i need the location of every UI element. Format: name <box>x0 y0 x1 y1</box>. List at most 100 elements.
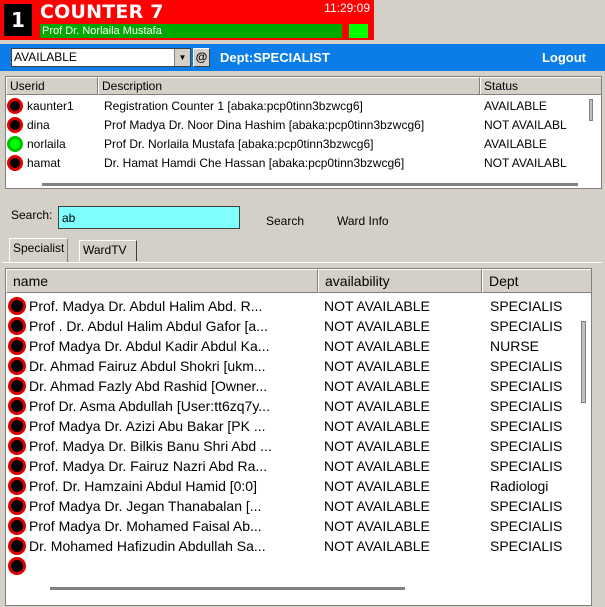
availability-cell: NOT AVAILABLE <box>324 538 430 554</box>
column-header-availability[interactable]: availability <box>318 269 482 293</box>
status-unavailable-icon <box>8 397 26 415</box>
specialist-table-row[interactable]: Prof Dr. Asma Abdullah [User:tt6zq7y... N… <box>6 396 576 417</box>
column-header-description[interactable]: Description <box>98 77 480 95</box>
search-label: Search: <box>11 208 53 222</box>
specialist-name-cell: Prof. Dr. Hamzaini Abdul Hamid [0:0] <box>29 478 257 494</box>
specialist-name-cell: Prof. Madya Dr. Fairuz Nazri Abd Ra... <box>29 458 268 474</box>
userid-cell: dina <box>27 118 50 132</box>
availability-cell: NOT AVAILABLE <box>324 358 430 374</box>
at-button[interactable]: @ <box>193 48 210 67</box>
dept-cell: SPECIALIS <box>490 398 563 414</box>
specialist-name-cell: Dr. Ahmad Fazly Abd Rashid [Owner... <box>29 378 268 394</box>
dropdown-arrow-icon[interactable]: ▼ <box>174 49 190 66</box>
specialist-list-horizontal-scrollbar[interactable] <box>50 587 405 590</box>
tab-specialist[interactable]: Specialist <box>9 238 69 262</box>
specialist-name-cell: Prof Dr. Asma Abdullah [User:tt6zq7y... <box>29 398 270 414</box>
specialist-table-row[interactable]: Dr. Ahmad Fairuz Abdul Shokri [ukm... NOT… <box>6 356 576 377</box>
specialist-name-cell: Prof . Dr. Abdul Halim Abdul Gafor [a... <box>29 318 268 334</box>
specialist-name-cell: Prof. Madya Dr. Abdul Halim Abd. R... <box>29 298 263 314</box>
search-button[interactable]: Search <box>266 214 304 228</box>
status-unavailable-icon <box>8 337 26 355</box>
specialist-name-cell: Dr. Ahmad Fairuz Abdul Shokri [ukm... <box>29 358 266 374</box>
specialist-table-row[interactable]: Prof. Madya Dr. Bilkis Banu Shri Abd ...… <box>6 436 576 457</box>
availability-cell: NOT AVAILABLE <box>324 318 430 334</box>
specialist-table-row[interactable]: Dr. Mohamed Hafizudin Abdullah Sa... NOT … <box>6 536 576 557</box>
column-header-dept[interactable]: Dept <box>482 269 591 293</box>
status-unavailable-icon <box>8 417 26 435</box>
specialist-table-row[interactable]: Prof Madya Dr. Jegan Thanabalan [... NOT … <box>6 496 576 517</box>
search-input[interactable] <box>58 206 240 229</box>
status-unavailable-icon <box>8 377 26 395</box>
availability-cell: NOT AVAILABLE <box>324 478 430 494</box>
clock: 11:29:09 <box>324 1 370 15</box>
users-table-row[interactable]: hamat Dr. Hamat Hamdi Che Hassan [abaka:p… <box>6 154 586 172</box>
counter-title: COUNTER 7 <box>40 1 164 23</box>
users-table-row[interactable]: dina Prof Madya Dr. Noor Dina Hashim [aba… <box>6 116 586 134</box>
status-unavailable-icon <box>8 317 26 335</box>
specialist-table-row[interactable]: Prof Madya Dr. Azizi Abu Bakar [PK ... NO… <box>6 416 576 437</box>
availability-cell: NOT AVAILABLE <box>324 438 430 454</box>
description-cell: Prof Dr. Norlaila Mustafa [abaka:pcp0tin… <box>104 137 374 151</box>
availability-cell: NOT AVAILABLE <box>324 398 430 414</box>
dept-cell: SPECIALIS <box>490 378 563 394</box>
description-cell: Registration Counter 1 [abaka:pcp0tinn3b… <box>104 99 363 113</box>
specialist-table-row[interactable]: Prof . Dr. Abdul Halim Abdul Gafor [a...… <box>6 316 576 337</box>
userid-cell: hamat <box>27 156 61 170</box>
status-unavailable-icon <box>8 537 26 555</box>
specialist-name-cell: Prof Madya Dr. Abdul Kadir Abdul Ka... <box>29 338 270 354</box>
users-table-row[interactable]: norlaila Prof Dr. Norlaila Mustafa [abaka… <box>6 135 586 153</box>
specialist-table-row[interactable]: Prof Madya Dr. Abdul Kadir Abdul Ka... NO… <box>6 336 576 357</box>
users-list-vertical-scrollbar[interactable] <box>589 99 593 121</box>
logout-button[interactable]: Logout <box>542 49 586 66</box>
status-unavailable-icon <box>7 117 23 133</box>
status-unavailable-icon <box>8 477 26 495</box>
specialist-list[interactable]: name availability Dept Prof. Madya Dr. A… <box>5 268 592 606</box>
specialist-name-cell: Dr. Mohamed Hafizudin Abdullah Sa... <box>29 538 266 554</box>
userid-cell: kaunter1 <box>27 99 74 113</box>
status-light-indicator <box>349 24 368 38</box>
specialist-name-cell: Prof. Madya Dr. Bilkis Banu Shri Abd ... <box>29 438 272 454</box>
specialist-name-cell: Prof Madya Dr. Azizi Abu Bakar [PK ... <box>29 418 266 434</box>
users-table-row[interactable]: kaunter1 Registration Counter 1 [abaka:pc… <box>6 97 586 115</box>
counter-number: 1 <box>4 4 32 36</box>
tab-wardtv[interactable]: WardTV <box>79 240 137 261</box>
availability-cell: NOT AVAILABLE <box>324 518 430 534</box>
tab-divider <box>2 262 602 263</box>
users-list[interactable]: Userid Description Status kaunter1 Regist… <box>5 76 602 189</box>
dept-cell: SPECIALIS <box>490 518 563 534</box>
status-unavailable-icon <box>8 557 26 575</box>
availability-cell: NOT AVAILABLE <box>324 458 430 474</box>
column-header-userid[interactable]: Userid <box>6 77 98 95</box>
column-header-name[interactable]: name <box>6 269 318 293</box>
specialist-table-row[interactable]: Prof. Dr. Hamzaini Abdul Hamid [0:0] NOT … <box>6 476 576 497</box>
status-unavailable-icon <box>7 98 23 114</box>
availability-cell: NOT AVAILABLE <box>324 498 430 514</box>
description-cell: Prof Madya Dr. Noor Dina Hashim [abaka:p… <box>104 118 425 132</box>
specialist-list-vertical-scrollbar[interactable] <box>581 321 586 403</box>
status-unavailable-icon <box>8 517 26 535</box>
dept-cell: SPECIALIS <box>490 298 563 314</box>
users-list-horizontal-scrollbar[interactable] <box>42 183 578 186</box>
status-unavailable-icon <box>7 155 23 171</box>
status-cell: NOT AVAILABL <box>484 118 567 132</box>
specialist-table-row[interactable]: Dr. Ahmad Fazly Abd Rashid [Owner... NOT … <box>6 376 576 397</box>
status-unavailable-icon <box>8 297 26 315</box>
dept-cell: SPECIALIS <box>490 358 563 374</box>
status-cell: NOT AVAILABL <box>484 156 567 170</box>
specialist-name-cell: Prof Madya Dr. Mohamed Faisal Ab... <box>29 518 262 534</box>
availability-select-value: AVAILABLE <box>14 50 77 64</box>
column-header-status[interactable]: Status <box>480 77 601 95</box>
ward-info-button[interactable]: Ward Info <box>337 214 389 228</box>
specialist-table-row[interactable]: Prof Madya Dr. Mohamed Faisal Ab... NOT A… <box>6 516 576 537</box>
dept-label: Dept:SPECIALIST <box>220 50 330 65</box>
availability-select[interactable]: AVAILABLE ▼ <box>11 48 191 67</box>
status-unavailable-icon <box>8 497 26 515</box>
availability-cell: NOT AVAILABLE <box>324 378 430 394</box>
dept-cell: SPECIALIS <box>490 318 563 334</box>
specialist-table-row[interactable]: Prof. Madya Dr. Abdul Halim Abd. R... NOT… <box>6 296 576 317</box>
specialist-table-row[interactable]: Prof. Madya Dr. Fairuz Nazri Abd Ra... NO… <box>6 456 576 477</box>
userid-cell: norlaila <box>27 137 66 151</box>
specialist-table-row[interactable] <box>6 556 576 577</box>
description-cell: Dr. Hamat Hamdi Che Hassan [abaka:pcp0ti… <box>104 156 405 170</box>
status-unavailable-icon <box>8 357 26 375</box>
